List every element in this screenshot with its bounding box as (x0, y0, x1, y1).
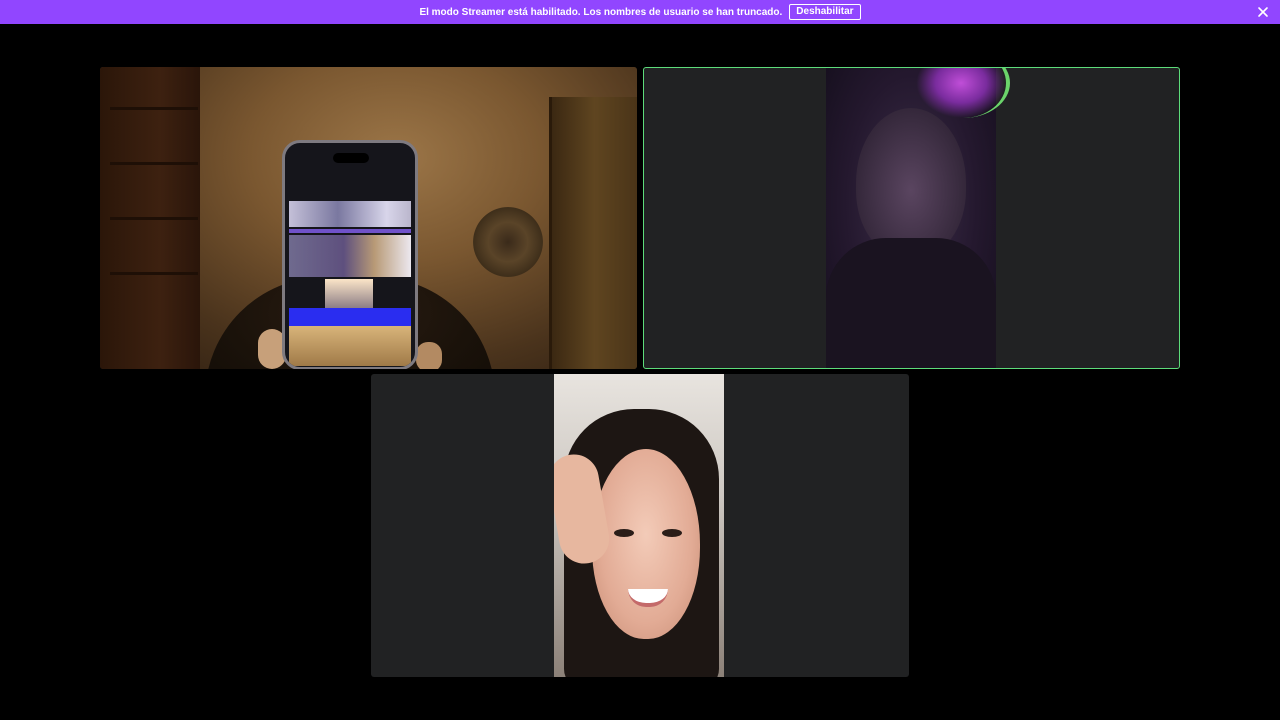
disable-streamer-mode-button[interactable]: Deshabilitar (789, 4, 861, 20)
video-feed (826, 68, 1010, 368)
held-phone (282, 140, 418, 369)
participant-video-tile[interactable] (371, 374, 909, 677)
bookshelf (100, 67, 200, 369)
participant-face (856, 108, 966, 258)
streamer-mode-banner: El modo Streamer está habilitado. Los no… (0, 0, 1280, 24)
doorway (549, 97, 637, 369)
participant-video-tile[interactable] (100, 67, 637, 369)
close-icon[interactable] (1256, 5, 1270, 19)
streamer-mode-message: El modo Streamer está habilitado. Los no… (419, 6, 783, 18)
video-feed (100, 67, 637, 369)
video-feed (554, 374, 724, 677)
participant-video-tile-speaking[interactable] (643, 67, 1180, 369)
standing-fan (473, 207, 543, 277)
purple-lamp-glow (916, 68, 1010, 118)
